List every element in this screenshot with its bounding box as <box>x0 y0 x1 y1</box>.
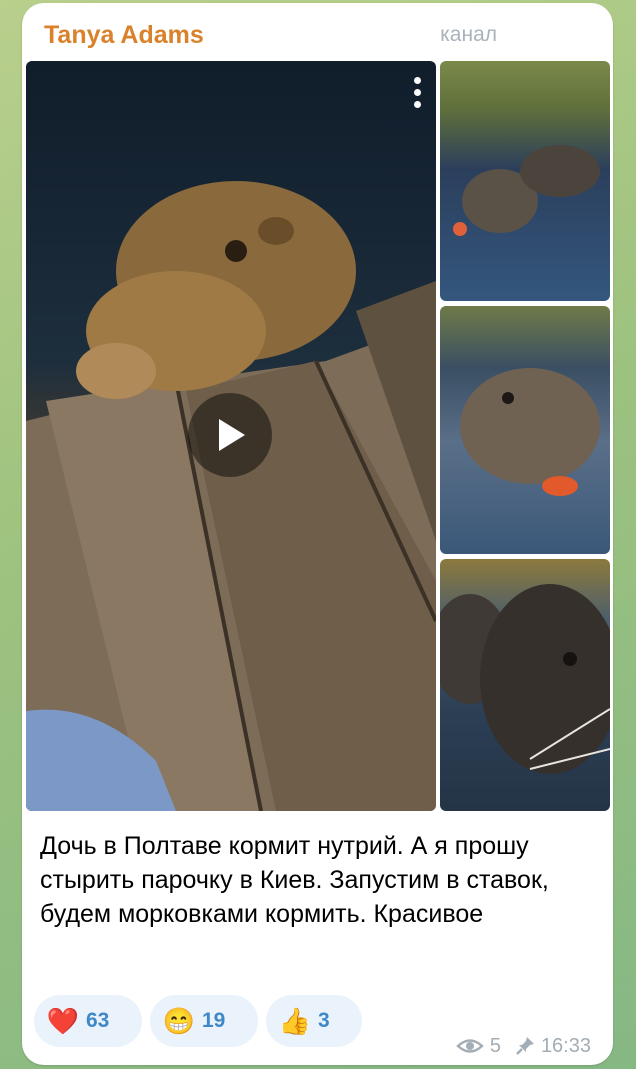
nutria-eating-image <box>460 368 600 496</box>
message-text: Дочь в Полтаве кормит нутрий. А я прошу … <box>40 832 549 928</box>
heart-icon: ❤️ <box>46 1006 80 1036</box>
play-button[interactable] <box>188 393 272 477</box>
reaction-heart[interactable]: ❤️ 63 <box>34 995 142 1047</box>
message-meta: 5 16:33 <box>456 1033 591 1059</box>
reaction-grin[interactable]: 😁 19 <box>150 995 258 1047</box>
author-name[interactable]: Tanya Adams <box>44 21 204 50</box>
pin-icon <box>515 1036 535 1056</box>
reaction-count: 3 <box>318 1009 330 1032</box>
reaction-thumbs-up[interactable]: 👍 3 <box>266 995 362 1047</box>
photo-thumbnail-1[interactable] <box>440 61 610 301</box>
video-thumbnail[interactable] <box>26 61 436 811</box>
nutria-closeup-image <box>440 584 610 774</box>
reaction-count: 19 <box>202 1009 226 1032</box>
eye-icon <box>456 1037 484 1055</box>
reaction-count: 63 <box>86 1009 110 1032</box>
play-icon <box>219 419 245 451</box>
thumbs-up-icon: 👍 <box>278 1006 312 1036</box>
message-header: Tanya Adams канал <box>44 21 592 51</box>
more-options-icon[interactable] <box>410 77 424 117</box>
timestamp: 16:33 <box>540 1034 591 1057</box>
photo-thumbnail-2[interactable] <box>440 306 610 554</box>
nutria-pair-image <box>453 145 600 236</box>
view-count: 5 <box>489 1034 501 1057</box>
grin-icon: 😁 <box>162 1006 196 1036</box>
channel-label: канал <box>440 23 497 46</box>
message-bubble: Tanya Adams канал Дочь в Полтаве кормит … <box>22 3 613 1065</box>
photo-thumbnail-3[interactable] <box>440 559 610 811</box>
